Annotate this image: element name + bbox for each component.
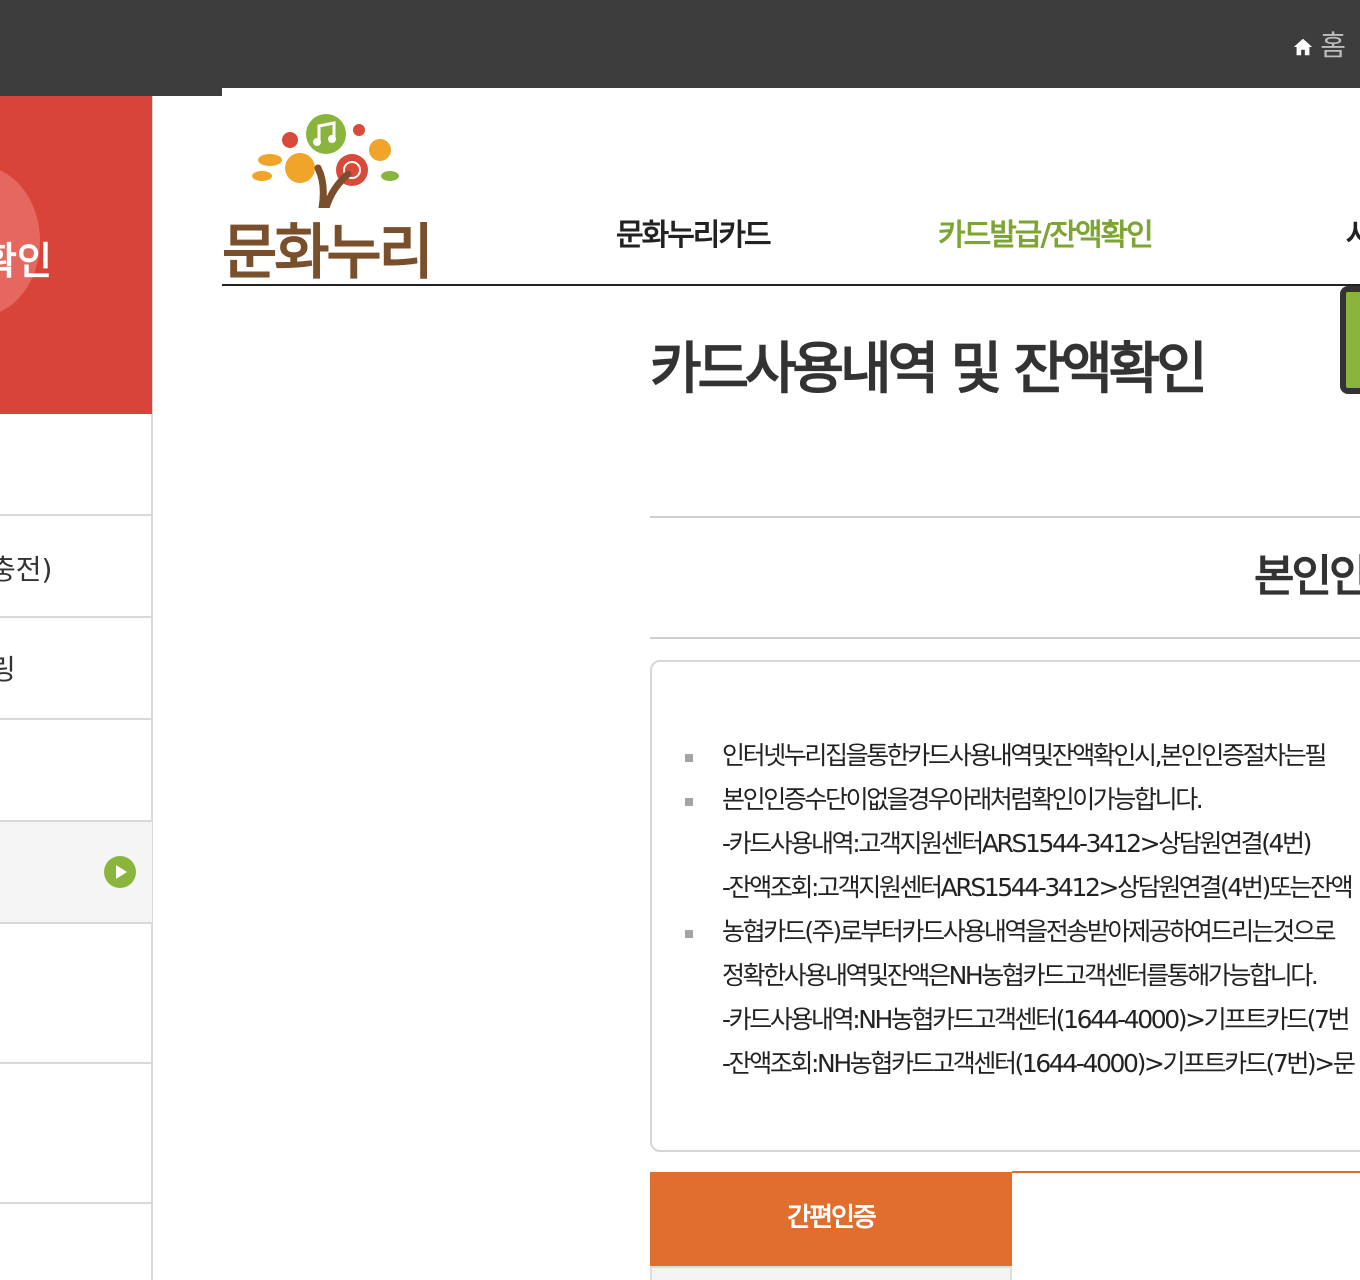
sidebar-item-2[interactable]: 충전) (0, 516, 152, 618)
notice-box: 인터넷누리집을통한카드사용내역및잔액확인시,본인인증절차는필 본인인증수단이없을… (650, 660, 1360, 1152)
bullet-icon (685, 798, 693, 806)
sidebar-item-8[interactable] (0, 1204, 152, 1280)
top-utility-bar: 홈 (0, 0, 1360, 96)
tab-simple-auth[interactable]: 간편인증 (650, 1172, 1012, 1280)
home-icon (1292, 30, 1314, 58)
sidebar-item-1[interactable] (0, 414, 152, 516)
notice-line: -잔액조회:NH농협카드고객센터(1644-4000)>기프트카드(7번)>문 (722, 1049, 1356, 1078)
sidebar-item-4[interactable] (0, 720, 152, 822)
notice-line: 농협카드(주)로부터카드사용내역을전송받아제공하여드리는것으로 (722, 917, 1337, 946)
decorative-graphic (1340, 286, 1360, 394)
notice-line: 인터넷누리집을통한카드사용내역및잔액확인시,본인인증절차는필 (722, 741, 1327, 770)
bullet-icon (685, 930, 693, 938)
notice-line: -카드사용내역:고객지원센터ARS1544-3412>상담원연결(4번) (722, 829, 1312, 858)
nav-card-issue-balance[interactable]: 카드발급/잔액확인 (938, 210, 1154, 254)
home-label: 홈 (1320, 29, 1346, 62)
tab-underline (1012, 1171, 1360, 1173)
page-title: 카드사용내역 및 잔액확인 (650, 337, 1208, 402)
play-circle-icon (104, 856, 136, 888)
section-divider-bottom (650, 637, 1360, 639)
sidebar-item-6[interactable] (0, 924, 152, 1064)
section-divider-top (650, 516, 1360, 518)
bullet-icon (685, 754, 693, 762)
sidebar-banner: 확인 (0, 96, 152, 414)
header-divider (222, 284, 1360, 286)
logo-tree-icon (252, 114, 399, 208)
site-header: 문화누리 문화누리카드 카드발급/잔액확인 사 (222, 88, 1360, 288)
notice-line: -카드사용내역:NH농협카드고객센터(1644-4000)>기프트카드(7번 (722, 1005, 1351, 1034)
notice-line: -잔액조회:고객지원센터ARS1544-3412>상담원연결(4번)또는잔액 (722, 873, 1354, 902)
nav-munhwanuri-card[interactable]: 문화누리카드 (616, 210, 772, 254)
home-link[interactable]: 홈 (1292, 24, 1346, 64)
tab-panel-edge (650, 1266, 1012, 1280)
notice-line: 정확한사용내역및잔액은NH농협카드고객센터를통해가능합니다. (722, 961, 1319, 990)
sidebar-item-active[interactable] (0, 822, 152, 924)
sidebar: 확인 충전) 링 (0, 96, 153, 1280)
sidebar-banner-title: 확인 (0, 239, 52, 283)
nav-item-3[interactable]: 사 (1346, 210, 1360, 254)
sidebar-item-3[interactable]: 링 (0, 618, 152, 720)
sidebar-item-7[interactable] (0, 1064, 152, 1204)
logo-text: 문화누리 (222, 218, 434, 288)
notice-line: 본인인증수단이없을경우아래처럼확인이가능합니다. (722, 785, 1204, 814)
section-title: 본인인 (1254, 551, 1360, 602)
site-logo[interactable]: 문화누리 (222, 108, 452, 288)
